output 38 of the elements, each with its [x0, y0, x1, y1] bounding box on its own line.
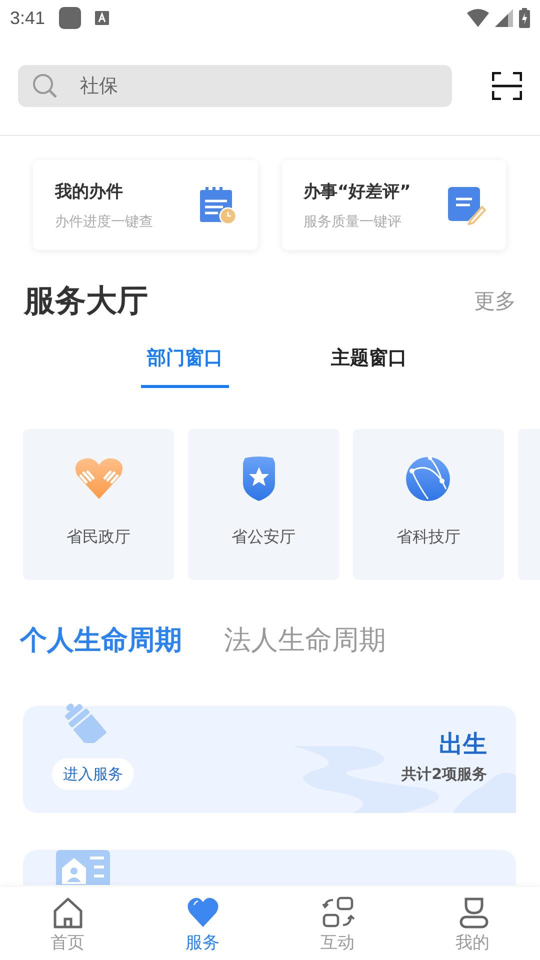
more-link[interactable]: 更多 — [474, 287, 516, 315]
status-time: 3:41 — [10, 8, 46, 28]
heart-icon — [186, 895, 220, 929]
department-tile[interactable]: 省民政厅 — [23, 429, 174, 580]
service-card[interactable] — [23, 850, 516, 885]
scan-icon[interactable] — [492, 72, 522, 100]
service-title: 出生 — [439, 729, 487, 760]
tab[interactable]: 主题窗口 — [325, 344, 413, 388]
search-icon — [32, 72, 58, 98]
note-pencil-icon — [446, 185, 486, 225]
card-subtitle: 服务质量一键评 — [304, 212, 402, 230]
search-field[interactable]: 社保 — [18, 64, 452, 106]
section-title: 服务大厅 — [24, 282, 148, 321]
service-count: 共计2项服务 — [402, 764, 487, 784]
enter-service-button[interactable]: 进入服务 — [52, 758, 134, 790]
card-subtitle: 办件进度一键查 — [55, 212, 154, 230]
department-tile[interactable]: 省科技厅 — [353, 429, 504, 580]
id-card-icon — [56, 850, 110, 885]
signal-icon — [495, 9, 513, 27]
card-title: 我的办件 — [55, 180, 124, 202]
quick-card[interactable]: 办事“好差评” 服务质量一键评 — [282, 160, 506, 250]
quick-card[interactable]: 我的办件 办件进度一键查 — [33, 160, 258, 250]
nav-tab[interactable]: 首页 — [0, 887, 135, 960]
tab[interactable]: 个人生命周期 — [20, 622, 182, 658]
wifi-icon — [467, 9, 489, 27]
tab[interactable]: 法人生命周期 — [224, 622, 386, 658]
card-title: 办事“好差评” — [304, 180, 412, 202]
nav-tab[interactable]: 服务 — [135, 887, 270, 960]
department-tile[interactable]: 省公安厅 — [188, 429, 339, 580]
calendar-clock-icon — [198, 185, 238, 225]
nav-tab[interactable]: 互动 — [270, 887, 405, 960]
app-notification-icon — [59, 7, 82, 29]
tab[interactable]: 部门窗口 — [141, 344, 229, 388]
battery-icon — [519, 8, 530, 28]
keyboard-notification-icon — [95, 11, 110, 25]
swap-icon — [320, 895, 354, 929]
service-card[interactable]: 出生 进入服务 共计2项服务 — [23, 706, 516, 813]
nav-tab[interactable]: 我的 — [405, 887, 540, 960]
